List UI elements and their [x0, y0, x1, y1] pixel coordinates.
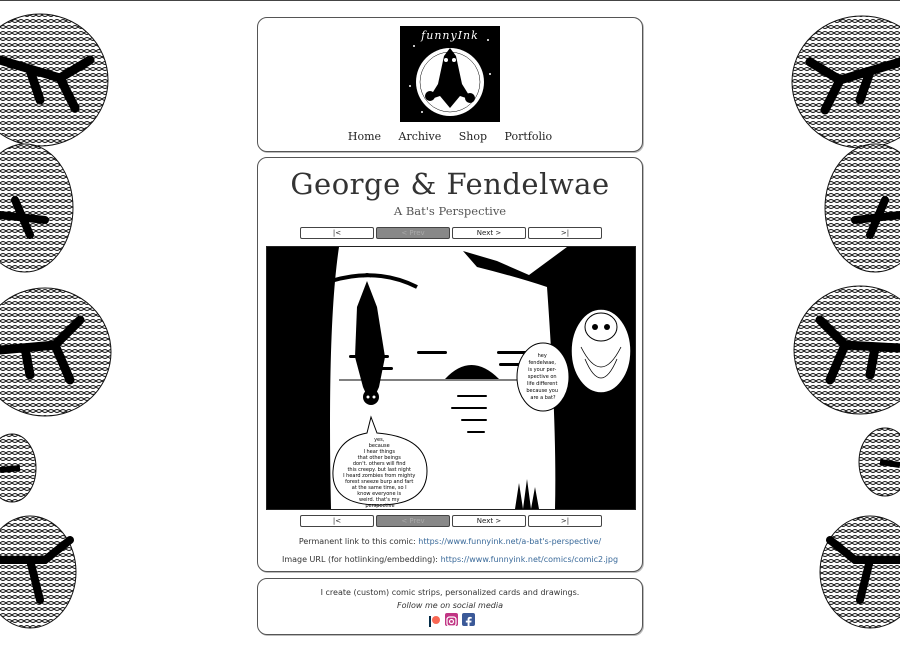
image-url-label: Image URL (for hotlinking/embedding): [281, 555, 439, 564]
top-border [0, 0, 900, 1]
tree-crown-1 [791, 15, 900, 149]
owl [570, 308, 632, 394]
site-footer: I create (custom) comic strips, personal… [257, 578, 643, 635]
nav-home[interactable]: Home [348, 130, 381, 143]
site-header: funnyInk Home Archive Shop Portfolio [257, 17, 643, 152]
bat-speech-bubble: yes, because I hear things that other be… [332, 415, 428, 509]
permalink-label: Permanent link to this comic: [298, 537, 416, 546]
next-comic-button[interactable]: Next > [452, 515, 526, 527]
nav-archive[interactable]: Archive [399, 130, 442, 143]
comic-image: hey fendelwae, is your per- spective on … [266, 246, 636, 510]
right-decoration [780, 0, 900, 651]
left-tree-trunk [267, 247, 339, 509]
tree-crown-5 [819, 515, 900, 629]
image-url-line: Image URL (for hotlinking/embedding): ht… [258, 555, 642, 564]
left-decoration [0, 0, 120, 651]
comic-subtitle: A Bat's Perspective [393, 204, 507, 218]
footer-social-text: Follow me on social media [397, 601, 503, 610]
hanging-bat [355, 273, 385, 405]
site-logo[interactable]: funnyInk [400, 26, 500, 122]
setting-sun [445, 365, 499, 379]
svg-text:hey fendelwae,: hey fendelwae, is your per- spective on … [526, 353, 559, 401]
facebook-icon[interactable] [462, 613, 475, 628]
first-comic-button[interactable]: |< [300, 227, 374, 239]
main-nav: Home Archive Shop Portfolio [258, 130, 642, 143]
tree-crown-4 [0, 433, 37, 503]
prev-comic-button[interactable]: < Prev [376, 515, 450, 527]
tree-crown-4 [858, 427, 900, 497]
next-comic-button[interactable]: Next > [452, 227, 526, 239]
comic-title: George & Fendelwae [290, 167, 610, 201]
social-links [428, 613, 478, 628]
tree-crown-3 [0, 287, 112, 417]
patreon-icon[interactable] [428, 613, 441, 627]
comic-section: George & Fendelwae A Bat's Perspective |… [257, 157, 643, 572]
tree-crown-1 [0, 13, 109, 147]
footer-tagline: I create (custom) comic strips, personal… [320, 588, 580, 597]
nav-shop[interactable]: Shop [459, 130, 487, 143]
last-comic-button[interactable]: >| [528, 227, 602, 239]
tree-crown-3 [793, 285, 900, 415]
tree-crown-2 [0, 143, 74, 273]
image-url-link[interactable]: https://www.funnyink.net/comics/comic2.j… [441, 555, 618, 564]
tree-crown-2 [824, 143, 900, 273]
permalink-url[interactable]: https://www.funnyink.net/a-bat's-perspec… [418, 537, 601, 546]
tree-crown-5 [0, 515, 77, 629]
instagram-icon[interactable] [445, 613, 458, 627]
logo-text: funnyInk [421, 29, 479, 42]
last-comic-button[interactable]: >| [528, 515, 602, 527]
comic-nav-top: |< < Prev Next > >| [300, 227, 602, 239]
permalink-line: Permanent link to this comic: https://ww… [258, 537, 642, 546]
prev-comic-button[interactable]: < Prev [376, 227, 450, 239]
first-comic-button[interactable]: |< [300, 515, 374, 527]
owl-speech-bubble: hey fendelwae, is your per- spective on … [516, 342, 570, 412]
comic-nav-bottom: |< < Prev Next > >| [300, 515, 602, 527]
nav-portfolio[interactable]: Portfolio [505, 130, 553, 143]
